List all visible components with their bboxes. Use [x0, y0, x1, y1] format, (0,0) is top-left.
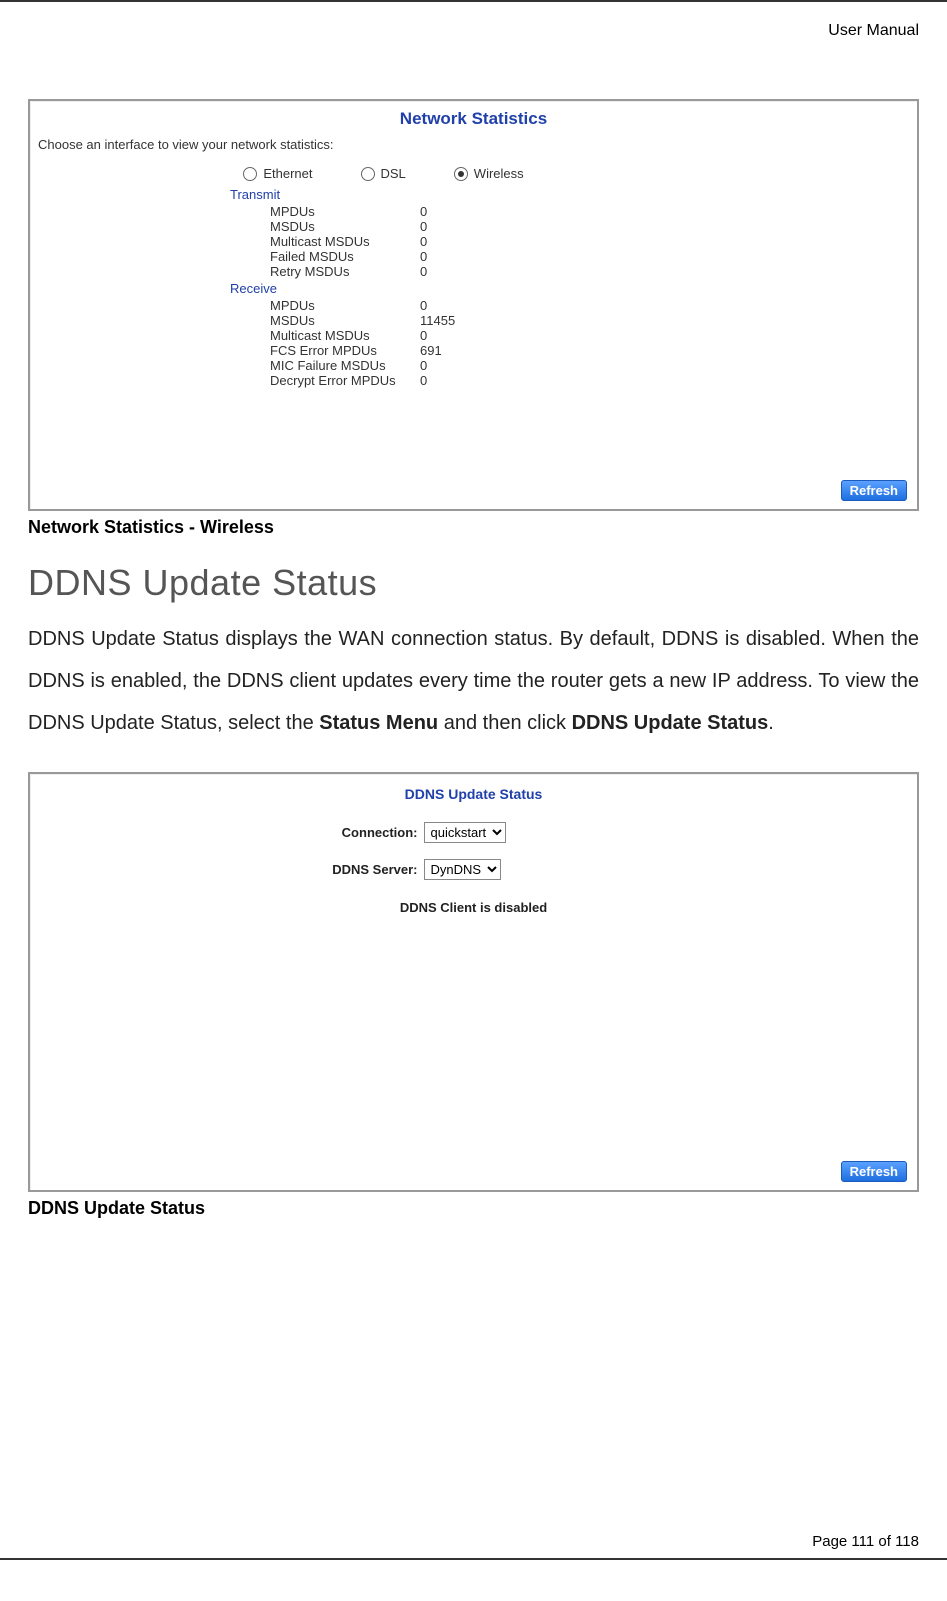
receive-label: Receive [230, 281, 550, 296]
stat-key: Decrypt Error MPDUs [270, 373, 420, 388]
refresh-button[interactable]: Refresh [841, 1161, 907, 1182]
stat-row: Retry MSDUs0 [270, 264, 550, 279]
radio-label: DSL [381, 166, 406, 181]
interface-radio-group: Ethernet DSL Wireless [0, 166, 917, 181]
radio-label: Wireless [474, 166, 524, 181]
transmit-table: MPDUs0 MSDUs0 Multicast MSDUs0 Failed MS… [270, 204, 550, 279]
stat-row: MIC Failure MSDUs0 [270, 358, 550, 373]
stat-row: Multicast MSDUs0 [270, 234, 550, 249]
stat-row: Failed MSDUs0 [270, 249, 550, 264]
ddns-server-field: DDNS Server: DynDNS [314, 859, 634, 880]
receive-table: MPDUs0 MSDUs11455 Multicast MSDUs0 FCS E… [270, 298, 550, 388]
refresh-button[interactable]: Refresh [841, 480, 907, 501]
stat-value: 0 [420, 264, 480, 279]
page-header: User Manual [28, 22, 919, 44]
stat-key: MIC Failure MSDUs [270, 358, 420, 373]
stat-row: FCS Error MPDUs691 [270, 343, 550, 358]
radio-dsl[interactable]: DSL [361, 166, 406, 181]
body-paragraph: DDNS Update Status displays the WAN conn… [28, 618, 919, 744]
connection-field: Connection: quickstart [314, 822, 634, 843]
stat-value: 11455 [420, 313, 480, 328]
stat-key: MSDUs [270, 313, 420, 328]
figure-caption-network-stats: Network Statistics - Wireless [28, 517, 919, 538]
ddns-client-status: DDNS Client is disabled [314, 900, 634, 915]
radio-wireless[interactable]: Wireless [454, 166, 524, 181]
stat-value: 0 [420, 328, 480, 343]
radio-icon [454, 167, 468, 181]
stat-value: 0 [420, 219, 480, 234]
ddns-panel-title: DDNS Update Status [30, 778, 917, 806]
stat-key: MSDUs [270, 219, 420, 234]
stat-value: 0 [420, 204, 480, 219]
stat-key: MPDUs [270, 298, 420, 313]
figure-caption-ddns: DDNS Update Status [28, 1198, 919, 1219]
stat-key: Multicast MSDUs [270, 234, 420, 249]
page-footer: Page 111 of 118 [812, 1533, 919, 1550]
ddns-server-select[interactable]: DynDNS [424, 859, 501, 880]
text-fragment: . [768, 712, 774, 734]
stat-key: FCS Error MPDUs [270, 343, 420, 358]
radio-icon [361, 167, 375, 181]
stats-block: Transmit MPDUs0 MSDUs0 Multicast MSDUs0 … [230, 187, 550, 388]
stat-row: MSDUs0 [270, 219, 550, 234]
choose-interface-text: Choose an interface to view your network… [30, 133, 917, 160]
stat-value: 0 [420, 298, 480, 313]
ddns-server-label: DDNS Server: [314, 862, 424, 877]
stat-key: Retry MSDUs [270, 264, 420, 279]
stat-row: MPDUs0 [270, 298, 550, 313]
stat-key: MPDUs [270, 204, 420, 219]
stat-value: 691 [420, 343, 480, 358]
bold-status-menu: Status Menu [319, 712, 438, 734]
stat-row: MPDUs0 [270, 204, 550, 219]
stat-value: 0 [420, 358, 480, 373]
transmit-label: Transmit [230, 187, 550, 202]
stat-key: Multicast MSDUs [270, 328, 420, 343]
stat-value: 0 [420, 373, 480, 388]
radio-ethernet[interactable]: Ethernet [243, 166, 312, 181]
section-heading-ddns: DDNS Update Status [28, 562, 919, 604]
stat-row: MSDUs11455 [270, 313, 550, 328]
stat-value: 0 [420, 249, 480, 264]
bold-ddns-update-status: DDNS Update Status [572, 712, 769, 734]
network-statistics-title: Network Statistics [30, 101, 917, 133]
ddns-update-status-panel: DDNS Update Status Connection: quickstar… [28, 772, 919, 1192]
stat-value: 0 [420, 234, 480, 249]
stat-key: Failed MSDUs [270, 249, 420, 264]
radio-icon [243, 167, 257, 181]
text-fragment: and then click [438, 712, 571, 734]
stat-row: Decrypt Error MPDUs0 [270, 373, 550, 388]
radio-label: Ethernet [263, 166, 312, 181]
stat-row: Multicast MSDUs0 [270, 328, 550, 343]
network-statistics-panel: Network Statistics Choose an interface t… [28, 99, 919, 511]
connection-label: Connection: [314, 825, 424, 840]
connection-select[interactable]: quickstart [424, 822, 506, 843]
